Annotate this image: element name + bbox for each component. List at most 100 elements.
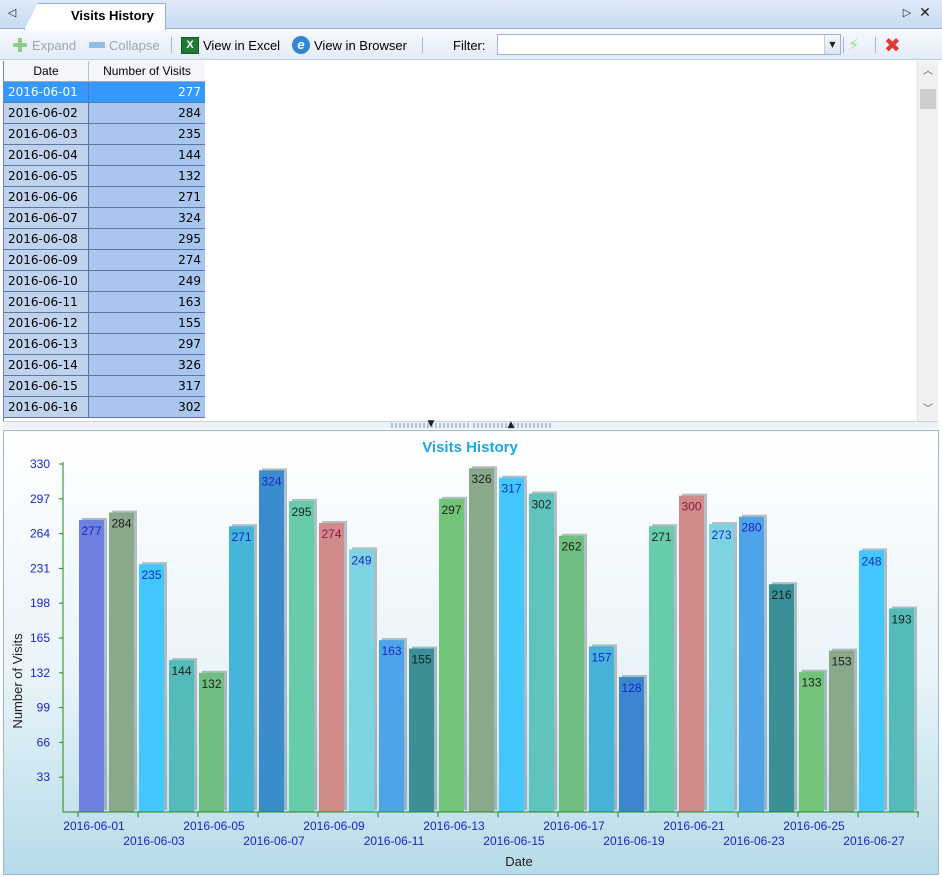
table-row[interactable]: 2016-06-15 317 xyxy=(4,376,205,397)
collapse-up-icon[interactable]: ▲ xyxy=(504,421,518,430)
chart-bar xyxy=(799,671,824,812)
cell-date[interactable]: 2016-06-14 xyxy=(4,355,89,376)
chart-bar xyxy=(379,640,404,812)
cell-visits[interactable]: 155 xyxy=(89,313,205,334)
splitter[interactable]: ▼ ▲ xyxy=(3,420,938,430)
cell-visits[interactable]: 132 xyxy=(89,166,205,187)
table-row[interactable]: 2016-06-02 284 xyxy=(4,103,205,124)
column-header-date[interactable]: Date xyxy=(4,61,89,82)
x-tick-label: 2016-06-15 xyxy=(483,834,545,848)
tab-visits-history[interactable]: Visits History xyxy=(24,3,166,30)
cell-date[interactable]: 2016-06-10 xyxy=(4,271,89,292)
cell-date[interactable]: 2016-06-04 xyxy=(4,145,89,166)
triangle-left-icon[interactable]: ◁ xyxy=(5,5,19,21)
cell-date[interactable]: 2016-06-01 xyxy=(4,82,89,103)
y-tick-label: 198 xyxy=(30,596,50,610)
table-row[interactable]: 2016-06-10 249 xyxy=(4,271,205,292)
bar-value-label: 163 xyxy=(381,644,401,658)
cell-date[interactable]: 2016-06-16 xyxy=(4,397,89,418)
cell-visits[interactable]: 284 xyxy=(89,103,205,124)
cell-visits[interactable]: 144 xyxy=(89,145,205,166)
expand-button[interactable]: Expand xyxy=(12,36,76,54)
cell-date[interactable]: 2016-06-09 xyxy=(4,250,89,271)
cell-date[interactable]: 2016-06-03 xyxy=(4,124,89,145)
table-row[interactable]: 2016-06-05 132 xyxy=(4,166,205,187)
clear-filter-icon[interactable]: ✖ xyxy=(884,35,904,55)
cell-visits[interactable]: 277 xyxy=(89,82,205,103)
chart-bar xyxy=(79,519,104,812)
chart-bar xyxy=(649,526,674,812)
x-axis-title: Date xyxy=(505,854,532,869)
cell-date[interactable]: 2016-06-07 xyxy=(4,208,89,229)
column-header-visits[interactable]: Number of Visits xyxy=(89,61,205,82)
cell-visits[interactable]: 235 xyxy=(89,124,205,145)
cell-visits[interactable]: 297 xyxy=(89,334,205,355)
collapse-button[interactable]: Collapse xyxy=(89,36,160,54)
table-row[interactable]: 2016-06-03 235 xyxy=(4,124,205,145)
vertical-scrollbar[interactable]: ︿ ﹀ xyxy=(917,61,938,421)
cell-visits[interactable]: 326 xyxy=(89,355,205,376)
triangle-right-icon[interactable]: ▷ xyxy=(900,5,914,21)
cell-visits[interactable]: 302 xyxy=(89,397,205,418)
chart-bar xyxy=(589,646,614,812)
scrollbar-thumb[interactable] xyxy=(920,89,936,109)
x-tick-label: 2016-06-09 xyxy=(303,819,365,833)
cell-date[interactable]: 2016-06-15 xyxy=(4,376,89,397)
y-tick-label: 330 xyxy=(30,457,50,471)
collapse-down-icon[interactable]: ▼ xyxy=(424,420,438,429)
apply-filter-icon[interactable]: ⚡ xyxy=(848,37,868,53)
cell-date[interactable]: 2016-06-13 xyxy=(4,334,89,355)
cell-date[interactable]: 2016-06-12 xyxy=(4,313,89,334)
chart-bar xyxy=(529,493,554,812)
chart-bar xyxy=(889,608,914,812)
chart-bar xyxy=(139,564,164,812)
table-row[interactable]: 2016-06-06 271 xyxy=(4,187,205,208)
bar-value-label: 144 xyxy=(171,664,191,678)
table-row[interactable]: 2016-06-09 274 xyxy=(4,250,205,271)
table-row[interactable]: 2016-06-08 295 xyxy=(4,229,205,250)
cell-visits[interactable]: 317 xyxy=(89,376,205,397)
excel-label: View in Excel xyxy=(203,37,281,53)
bar-value-label: 317 xyxy=(501,482,521,496)
view-in-excel-button[interactable]: X View in Excel xyxy=(181,36,280,54)
cell-date[interactable]: 2016-06-05 xyxy=(4,166,89,187)
filter-label: Filter: xyxy=(453,37,486,53)
table-row[interactable]: 2016-06-12 155 xyxy=(4,313,205,334)
table-row[interactable]: 2016-06-01 277 xyxy=(4,82,205,103)
visits-bar-chart: Visits History Number of Visits Date 277… xyxy=(10,439,919,869)
toolbar-separator xyxy=(171,37,172,53)
bar-value-label: 235 xyxy=(141,568,161,582)
cell-visits[interactable]: 274 xyxy=(89,250,205,271)
cell-date[interactable]: 2016-06-11 xyxy=(4,292,89,313)
x-tick-label: 2016-06-03 xyxy=(123,834,185,848)
bar-value-label: 193 xyxy=(891,612,911,626)
table-row[interactable]: 2016-06-13 297 xyxy=(4,334,205,355)
chart-bar xyxy=(349,549,374,812)
chevron-down-icon[interactable]: ﹀ xyxy=(918,401,938,419)
x-tick-label: 2016-06-13 xyxy=(423,819,485,833)
y-tick-label: 33 xyxy=(37,770,51,784)
filter-input[interactable] xyxy=(497,34,841,55)
cell-visits[interactable]: 271 xyxy=(89,187,205,208)
table-row[interactable]: 2016-06-14 326 xyxy=(4,355,205,376)
table-row[interactable]: 2016-06-11 163 xyxy=(4,292,205,313)
cell-visits[interactable]: 163 xyxy=(89,292,205,313)
chart-panel: Visits History Number of Visits Date 277… xyxy=(3,430,939,875)
table-row[interactable]: 2016-06-07 324 xyxy=(4,208,205,229)
chart-bar xyxy=(709,524,734,812)
close-icon[interactable]: ✕ xyxy=(918,5,932,21)
chart-bar xyxy=(829,650,854,812)
chart-bar xyxy=(259,470,284,812)
cell-date[interactable]: 2016-06-08 xyxy=(4,229,89,250)
chevron-up-icon[interactable]: ︿ xyxy=(918,63,938,81)
table-row[interactable]: 2016-06-04 144 xyxy=(4,145,205,166)
chart-bar xyxy=(559,535,584,812)
view-in-browser-button[interactable]: e View in Browser xyxy=(292,36,407,54)
table-row[interactable]: 2016-06-16 302 xyxy=(4,397,205,418)
cell-visits[interactable]: 249 xyxy=(89,271,205,292)
cell-visits[interactable]: 324 xyxy=(89,208,205,229)
cell-visits[interactable]: 295 xyxy=(89,229,205,250)
cell-date[interactable]: 2016-06-06 xyxy=(4,187,89,208)
chevron-down-icon[interactable]: ▼ xyxy=(824,35,840,54)
cell-date[interactable]: 2016-06-02 xyxy=(4,103,89,124)
